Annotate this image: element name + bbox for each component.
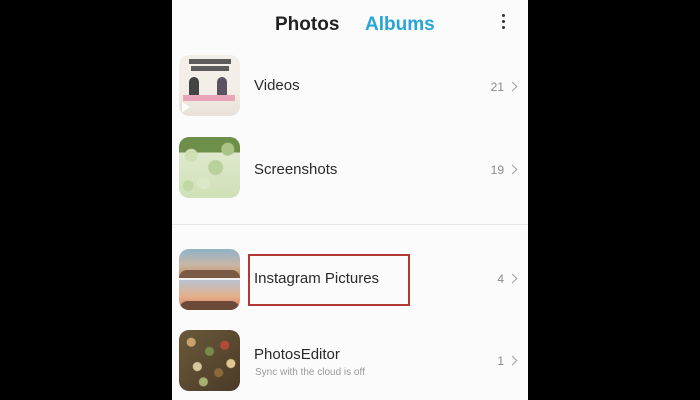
album-count: 21 — [490, 80, 504, 94]
album-name: Videos — [254, 77, 300, 94]
album-row-videos[interactable]: Videos 21 — [172, 50, 528, 122]
album-thumbnail — [179, 55, 240, 116]
album-count: 4 — [497, 272, 504, 286]
section-divider — [172, 224, 528, 225]
chevron-right-icon — [507, 164, 518, 175]
album-count: 19 — [490, 163, 504, 177]
album-row-photoseditor[interactable]: PhotosEditor Sync with the cloud is off … — [172, 326, 528, 398]
chevron-right-icon — [507, 81, 518, 92]
phone-screen: Photos Albums Videos 21 Screenshots 19 I… — [172, 0, 528, 400]
album-subtitle: Sync with the cloud is off — [255, 367, 365, 378]
top-bar: Photos Albums — [172, 0, 528, 50]
more-vertical-icon[interactable] — [494, 14, 512, 34]
album-count: 1 — [497, 354, 504, 368]
chevron-right-icon — [507, 355, 518, 366]
tab-albums[interactable]: Albums — [365, 14, 435, 36]
album-thumbnail — [179, 330, 240, 391]
album-row-screenshots[interactable]: Screenshots 19 — [172, 133, 528, 205]
album-thumbnail — [179, 137, 240, 198]
chevron-right-icon — [507, 273, 518, 284]
play-icon — [182, 102, 190, 112]
album-thumbnail — [179, 249, 240, 310]
highlight-box — [248, 254, 410, 306]
album-name: Screenshots — [254, 161, 338, 178]
tab-photos[interactable]: Photos — [275, 14, 339, 36]
album-name: PhotosEditor — [254, 346, 340, 363]
